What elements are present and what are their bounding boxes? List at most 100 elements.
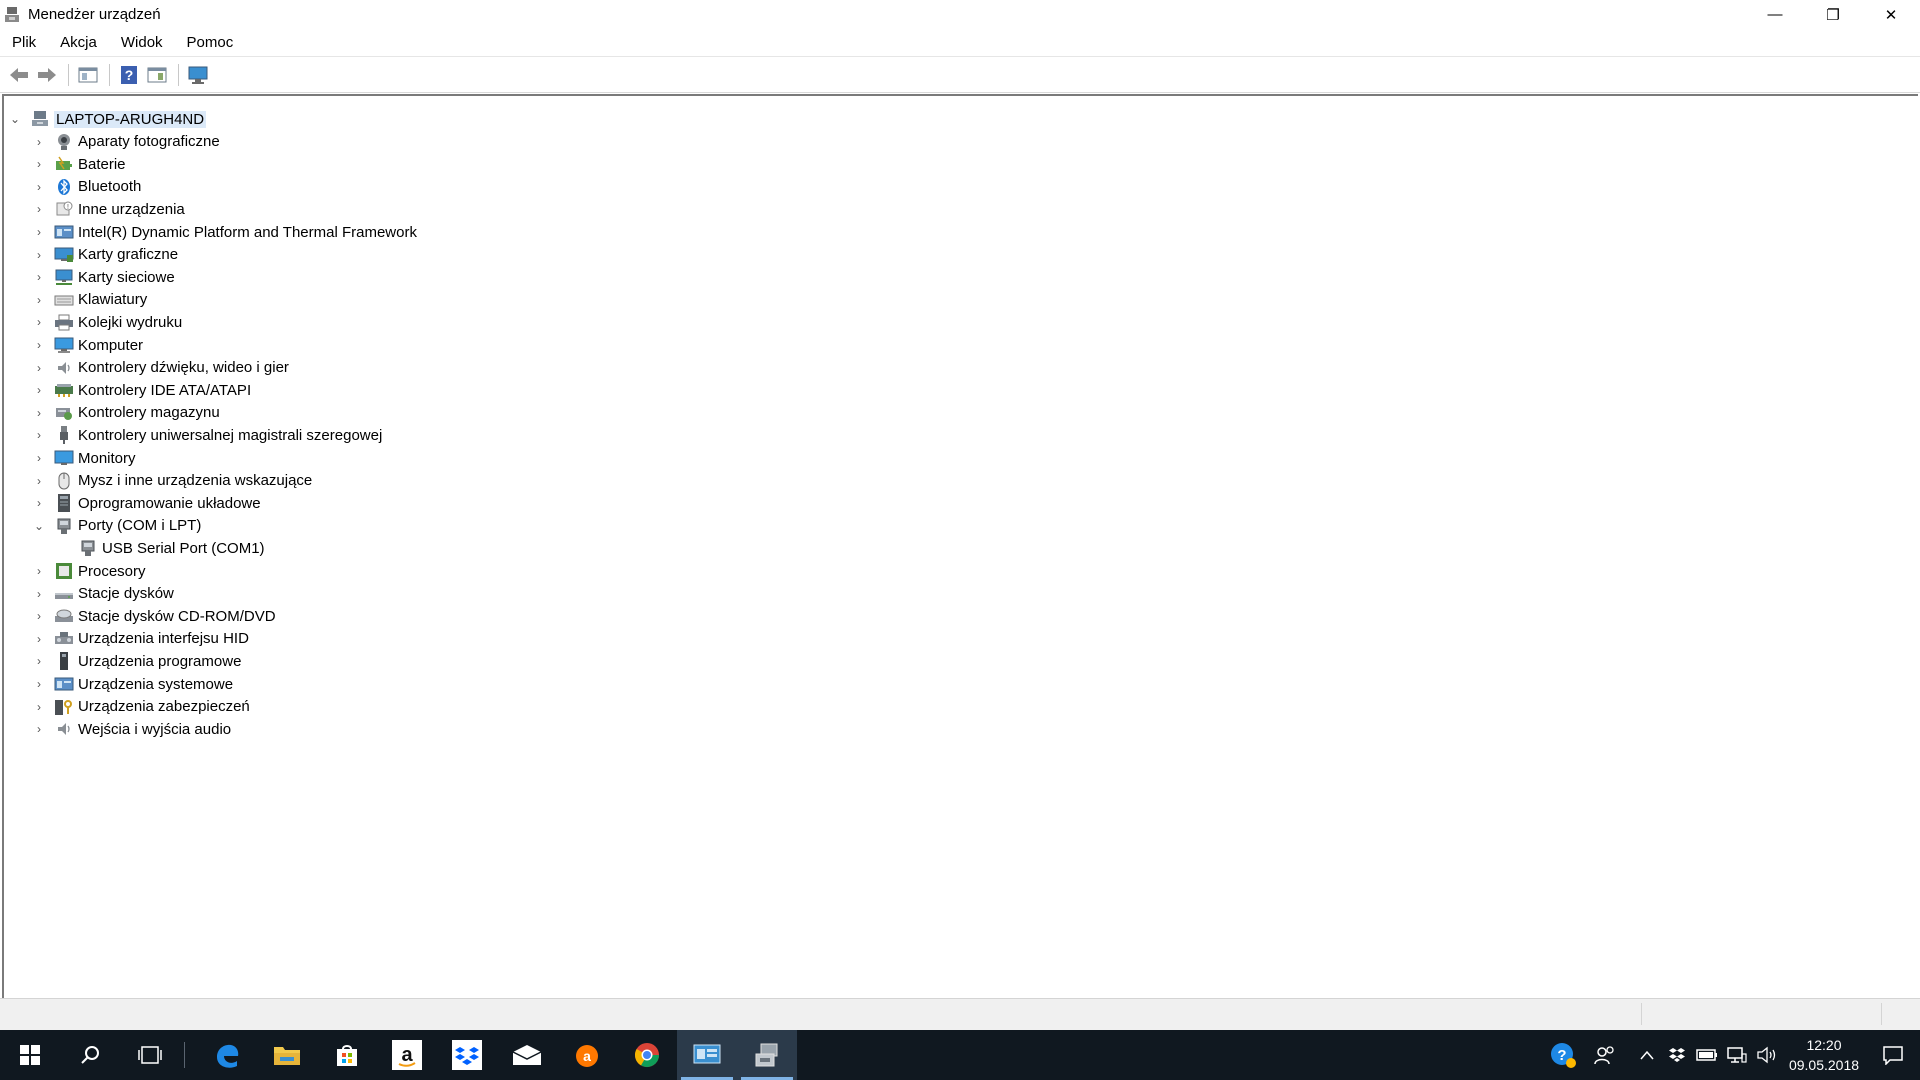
mail-icon[interactable]: [497, 1030, 557, 1080]
volume-icon[interactable]: [1752, 1030, 1782, 1080]
chevron-down-icon[interactable]: ⌄: [8, 108, 22, 130]
title-bar: Menedżer urządzeń — ❐ ✕: [0, 0, 1920, 29]
control-panel-icon[interactable]: [677, 1030, 737, 1080]
chevron-right-icon[interactable]: ›: [32, 334, 46, 356]
minimize-button[interactable]: —: [1746, 0, 1804, 29]
tree-category-node[interactable]: › Komputer: [32, 334, 143, 356]
menu-action[interactable]: Akcja: [48, 29, 109, 57]
tree-category-node[interactable]: › Procesory: [32, 560, 146, 582]
chevron-down-icon[interactable]: ⌄: [32, 515, 46, 537]
tree-category-node[interactable]: › Urządzenia interfejsu HID: [32, 628, 249, 650]
chevron-right-icon[interactable]: ›: [32, 696, 46, 718]
forward-arrow-icon[interactable]: [34, 62, 60, 88]
tree-category-node[interactable]: › Stacje dysków CD-ROM/DVD: [32, 605, 276, 627]
chevron-right-icon[interactable]: ›: [32, 673, 46, 695]
chevron-right-icon[interactable]: ›: [32, 289, 46, 311]
tree-category-node[interactable]: › Bluetooth: [32, 176, 141, 198]
tree-category-node[interactable]: › Baterie: [32, 153, 126, 175]
tree-category-node[interactable]: › Kontrolery magazynu: [32, 402, 220, 424]
view-icon[interactable]: [144, 62, 170, 88]
tree-root-node[interactable]: ⌄ LAPTOP-ARUGH4ND: [8, 108, 207, 130]
tree-category-node[interactable]: ›! Inne urządzenia: [32, 198, 185, 220]
restore-button[interactable]: ❐: [1804, 0, 1862, 29]
chevron-right-icon[interactable]: ›: [32, 583, 46, 605]
file-explorer-icon[interactable]: [257, 1030, 317, 1080]
tree-category-node[interactable]: › Mysz i inne urządzenia wskazujące: [32, 470, 312, 492]
tree-category-node[interactable]: › Urządzenia programowe: [32, 650, 241, 672]
back-arrow-icon[interactable]: [6, 62, 32, 88]
tree-node-label: Stacje dysków: [78, 585, 174, 603]
tree-category-node[interactable]: › Kolejki wydruku: [32, 311, 182, 333]
menu-help[interactable]: Pomoc: [175, 29, 246, 57]
chevron-right-icon[interactable]: ›: [32, 447, 46, 469]
chevron-right-icon[interactable]: ›: [32, 221, 46, 243]
chevron-right-icon[interactable]: ›: [32, 424, 46, 446]
chevron-up-icon[interactable]: [1632, 1030, 1662, 1080]
help-icon[interactable]: ?: [116, 62, 142, 88]
close-button[interactable]: ✕: [1862, 0, 1920, 29]
tree-category-node[interactable]: › Kontrolery IDE ATA/ATAPI: [32, 379, 251, 401]
chevron-right-icon[interactable]: ›: [32, 153, 46, 175]
tree-category-node[interactable]: › Urządzenia systemowe: [32, 673, 233, 695]
dropbox-icon[interactable]: [437, 1030, 497, 1080]
chevron-right-icon[interactable]: ›: [32, 628, 46, 650]
search-icon[interactable]: [60, 1030, 120, 1080]
menu-file[interactable]: Plik: [0, 29, 48, 57]
tree-category-node[interactable]: › Wejścia i wyjścia audio: [32, 718, 231, 740]
chevron-right-icon[interactable]: ›: [32, 560, 46, 582]
svg-text:a: a: [583, 1048, 591, 1064]
tree-node-label: Urządzenia interfejsu HID: [78, 630, 249, 648]
chevron-right-icon[interactable]: ›: [32, 650, 46, 672]
help-tips-icon[interactable]: ?: [1548, 1030, 1578, 1080]
chevron-right-icon[interactable]: ›: [32, 131, 46, 153]
tree-category-node[interactable]: ⌄ Porty (COM i LPT): [32, 515, 201, 537]
store-icon[interactable]: [317, 1030, 377, 1080]
chevron-right-icon[interactable]: ›: [32, 402, 46, 424]
tree-category-node[interactable]: › Kontrolery dźwięku, wideo i gier: [32, 357, 289, 379]
tree-node-label: Wejścia i wyjścia audio: [78, 720, 232, 738]
chevron-right-icon[interactable]: ›: [32, 605, 46, 627]
avast-icon[interactable]: a: [557, 1030, 617, 1080]
chevron-right-icon[interactable]: ›: [32, 379, 46, 401]
tree-category-node[interactable]: › Klawiatury: [32, 289, 147, 311]
chrome-icon[interactable]: [617, 1030, 677, 1080]
computer-icon: [54, 335, 74, 355]
tree-category-node[interactable]: › Stacje dysków: [32, 583, 174, 605]
monitor-scan-icon[interactable]: [185, 62, 211, 88]
network-icon[interactable]: [1722, 1030, 1752, 1080]
start-icon[interactable]: [0, 1030, 60, 1080]
menu-view[interactable]: Widok: [109, 29, 175, 57]
chevron-right-icon[interactable]: ›: [32, 244, 46, 266]
tree-child-node[interactable]: USB Serial Port (COM1): [56, 537, 265, 559]
clock[interactable]: 12:20 09.05.2018: [1782, 1030, 1866, 1080]
device-manager-taskbar-icon[interactable]: [737, 1030, 797, 1080]
properties-icon[interactable]: [75, 62, 101, 88]
tree-category-node[interactable]: › Urządzenia zabezpieczeń: [32, 696, 250, 718]
task-view-icon[interactable]: [120, 1030, 180, 1080]
tree-node-label: Aparaty fotograficzne: [78, 133, 220, 151]
people-icon[interactable]: [1578, 1030, 1632, 1080]
tree-node-label: Kolejki wydruku: [78, 313, 183, 331]
chevron-right-icon[interactable]: ›: [32, 470, 46, 492]
chevron-right-icon[interactable]: ›: [32, 198, 46, 220]
hid-icon: [54, 629, 74, 649]
amazon-icon[interactable]: a: [377, 1030, 437, 1080]
tree-node-label: Urządzenia systemowe: [78, 675, 234, 693]
tree-category-node[interactable]: › Intel(R) Dynamic Platform and Thermal F…: [32, 221, 417, 243]
tree-category-node[interactable]: › Monitory: [32, 447, 136, 469]
chevron-right-icon[interactable]: ›: [32, 266, 46, 288]
action-center-icon[interactable]: [1866, 1030, 1920, 1080]
chevron-right-icon[interactable]: ›: [32, 718, 46, 740]
battery-tray-icon[interactable]: [1692, 1030, 1722, 1080]
tree-category-node[interactable]: › Aparaty fotograficzne: [32, 131, 220, 153]
chevron-right-icon[interactable]: ›: [32, 311, 46, 333]
tree-category-node[interactable]: › Oprogramowanie układowe: [32, 492, 261, 514]
chevron-right-icon[interactable]: ›: [32, 357, 46, 379]
dropbox-tray-icon[interactable]: [1662, 1030, 1692, 1080]
tree-category-node[interactable]: › Karty graficzne: [32, 244, 178, 266]
chevron-right-icon[interactable]: ›: [32, 176, 46, 198]
tree-category-node[interactable]: › Kontrolery uniwersalnej magistrali szer…: [32, 424, 382, 446]
tree-category-node[interactable]: › Karty sieciowe: [32, 266, 175, 288]
chevron-right-icon[interactable]: ›: [32, 492, 46, 514]
edge-icon[interactable]: [197, 1030, 257, 1080]
